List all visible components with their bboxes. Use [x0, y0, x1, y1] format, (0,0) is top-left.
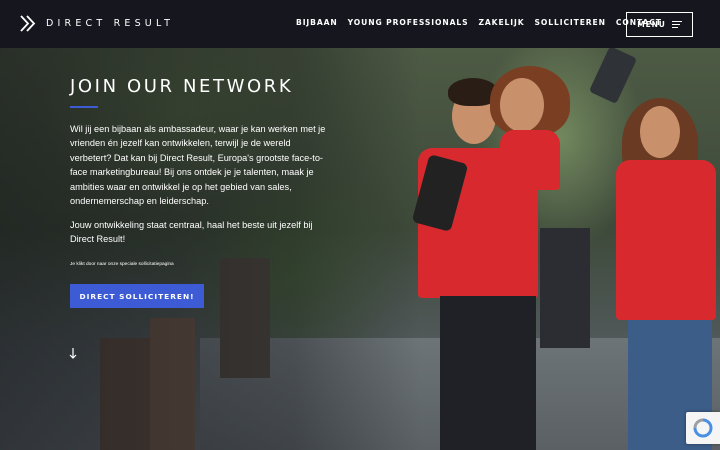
menu-button[interactable]: MENU — [626, 12, 693, 37]
title-accent-line — [70, 106, 98, 108]
site-header: DIRECT RESULT BIJBAAN YOUNG PROFESSIONAL… — [0, 0, 720, 48]
hero-overlay — [0, 48, 420, 450]
hero-intro-text: Wil jij een bijbaan als ambassadeur, waa… — [70, 124, 326, 207]
logo-icon — [20, 15, 36, 32]
arrow-down-icon[interactable] — [69, 348, 77, 362]
apply-button[interactable]: DIRECT SOLLICITEREN! — [70, 284, 204, 308]
menu-label: MENU — [637, 20, 666, 29]
main-nav: BIJBAAN YOUNG PROFESSIONALS ZAKELIJK SOL… — [296, 18, 672, 27]
nav-bijbaan[interactable]: BIJBAAN — [296, 18, 338, 27]
brand-logo[interactable]: DIRECT RESULT — [20, 15, 174, 32]
hero-secondary-text: Jouw ontwikkeling staat centraal, haal h… — [70, 220, 313, 245]
hamburger-icon — [671, 21, 682, 28]
cta-hint: Je klikt door naar onze speciale sollici… — [70, 262, 174, 267]
nav-young-professionals[interactable]: YOUNG PROFESSIONALS — [348, 18, 469, 27]
hero-title: JOIN OUR NETWORK — [70, 76, 294, 97]
hero-section: JOIN OUR NETWORK Wil jij een bijbaan als… — [0, 48, 720, 450]
nav-solliciteren[interactable]: SOLLICITEREN — [535, 18, 606, 27]
recaptcha-icon[interactable] — [686, 412, 720, 444]
nav-zakelijk[interactable]: ZAKELIJK — [478, 18, 524, 27]
brand-name: DIRECT RESULT — [46, 18, 175, 29]
